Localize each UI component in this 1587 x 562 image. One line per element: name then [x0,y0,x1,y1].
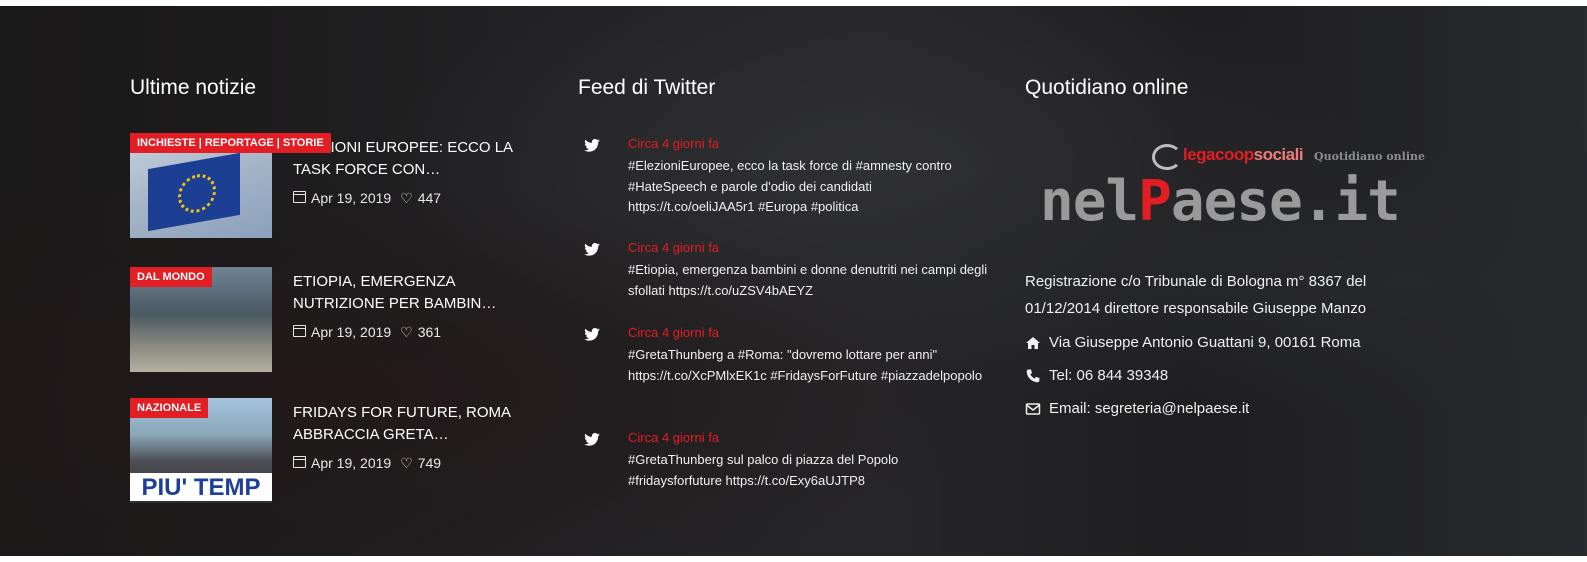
news-title[interactable]: ETIOPIA, EMERGENZA NUTRIZIONE PER BAMBIN… [293,271,543,315]
news-item[interactable]: ETIOPIA, EMERGENZA NUTRIZIONE PER BAMBIN… [130,267,550,373]
email-row: Email: segreteria@nelpaese.it [1025,400,1249,417]
tweet-text: #GretaThunberg sul palco di piazza del P… [628,452,899,488]
eu-flag-image [148,152,240,232]
phone-row: Tel: 06 844 39348 [1025,367,1168,384]
latest-news-heading: Ultime notizie [130,76,257,99]
twitter-bird-icon [584,433,600,446]
calendar-icon [293,325,306,337]
category-badge[interactable]: DAL MONDO [130,267,212,287]
heart-icon: ♡ [400,190,413,206]
tweet-time[interactable]: Circa 4 giorni fa [628,136,719,151]
calendar-icon [293,191,306,203]
category-badge[interactable]: NAZIONALE [130,398,209,418]
calendar-icon [293,456,306,468]
heart-icon: ♡ [400,455,413,471]
legacoop-swirl-icon [1152,144,1182,170]
phone-icon [1026,369,1040,382]
news-item[interactable]: PIU' TEMP FRIDAYS FOR FUTURE, ROMA ABBRA… [130,398,550,504]
newspaper-logo[interactable]: legacoopsociali Quotidiano online nelPae… [1040,136,1425,236]
legacoopsociali-logo: legacoopsociali [1183,145,1304,164]
news-likes: 361 [417,324,442,340]
phone-text[interactable]: Tel: 06 844 39348 [1049,367,1168,384]
logo-subtitle: Quotidiano online [1314,150,1426,163]
heart-icon: ♡ [400,324,413,340]
tweet-time[interactable]: Circa 4 giorni fa [628,325,719,340]
twitter-feed-heading: Feed di Twitter [578,76,716,99]
site-footer: Ultime notizie ELEZIONI EUROPEE: ECCO LA… [0,6,1587,556]
tweet-text: #Etiopia, emergenza bambini e donne denu… [628,262,988,298]
address-text: Via Giuseppe Antonio Guattani 9, 00161 R… [1049,334,1361,351]
news-title[interactable]: FRIDAYS FOR FUTURE, ROMA ABBRACCIA GRETA… [293,402,543,446]
address-row: Via Giuseppe Antonio Guattani 9, 00161 R… [1025,334,1361,351]
twitter-bird-icon [584,139,600,152]
email-text[interactable]: Email: segreteria@nelpaese.it [1049,400,1249,417]
news-item[interactable]: ELEZIONI EUROPEE: ECCO LA TASK FORCE CON… [130,133,550,239]
tweet-time[interactable]: Circa 4 giorni fa [628,430,719,445]
news-meta: Apr 19, 2019 ♡ 749 [293,455,441,471]
tweet-text: #ElezioniEuropee, ecco la task force di … [628,158,952,214]
tweet-time[interactable]: Circa 4 giorni fa [628,240,719,255]
news-date: Apr 19, 2019 [311,324,392,340]
news-meta: Apr 19, 2019 ♡ 447 [293,190,441,206]
tweet-text: #GretaThunberg a #Roma: "dovremo lottare… [628,347,983,383]
envelope-icon [1025,402,1041,415]
nelpaese-logo: nelPaese.it [1040,169,1401,234]
category-badge[interactable]: INCHIESTE | REPORTAGE | STORIE [130,133,331,153]
image-banner-text: PIU' TEMP [130,473,272,501]
news-likes: 447 [417,190,442,206]
twitter-bird-icon [584,243,600,256]
news-meta: Apr 19, 2019 ♡ 361 [293,324,441,340]
registration-text: Registrazione c/o Tribunale di Bologna m… [1025,273,1367,317]
twitter-bird-icon [584,328,600,341]
newspaper-heading: Quotidiano online [1025,76,1189,99]
news-likes: 749 [417,455,442,471]
news-date: Apr 19, 2019 [311,190,392,206]
home-icon [1026,336,1040,349]
news-date: Apr 19, 2019 [311,455,392,471]
